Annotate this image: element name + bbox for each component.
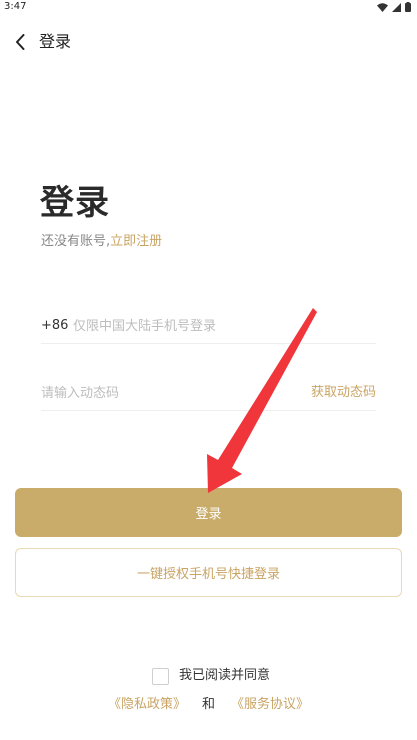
register-link[interactable]: 立即注册 <box>110 234 162 249</box>
code-input[interactable] <box>41 379 281 407</box>
policy-links: 《隐私政策》 和 《服务协议》 <box>0 695 417 715</box>
annotation-arrow-icon <box>207 308 317 493</box>
agree-text: 我已阅读并同意 <box>179 668 271 683</box>
phone-field-row: +86 <box>41 308 376 344</box>
agreement-row: 我已阅读并同意 <box>152 666 270 686</box>
login-button[interactable]: 登录 <box>15 488 402 537</box>
battery-icon <box>405 2 411 12</box>
quick-login-button[interactable]: 一键授权手机号快捷登录 <box>15 548 402 597</box>
service-agreement-link[interactable]: 《服务协议》 <box>231 696 309 714</box>
privacy-policy-link[interactable]: 《隐私政策》 <box>108 696 186 714</box>
status-icons <box>377 2 411 12</box>
status-bar: 3:47 <box>0 0 417 14</box>
country-code[interactable]: +86 <box>41 317 68 335</box>
register-prompt: 还没有账号,立即注册 <box>41 233 162 251</box>
signal-icon <box>392 2 401 12</box>
phone-input[interactable] <box>73 312 373 340</box>
register-prompt-text: 还没有账号, <box>41 234 111 249</box>
policy-and-text: 和 <box>201 697 215 712</box>
code-field-row: 获取动态码 <box>41 375 376 411</box>
header-title: 登录 <box>39 32 72 51</box>
header-bar: 登录 <box>0 28 417 56</box>
status-time: 3:47 <box>4 1 27 12</box>
wifi-icon <box>377 2 388 12</box>
agree-checkbox[interactable] <box>152 667 169 685</box>
get-code-button[interactable]: 获取动态码 <box>311 384 376 402</box>
page-title: 登录 <box>40 183 110 223</box>
back-arrow-icon[interactable] <box>12 32 28 52</box>
